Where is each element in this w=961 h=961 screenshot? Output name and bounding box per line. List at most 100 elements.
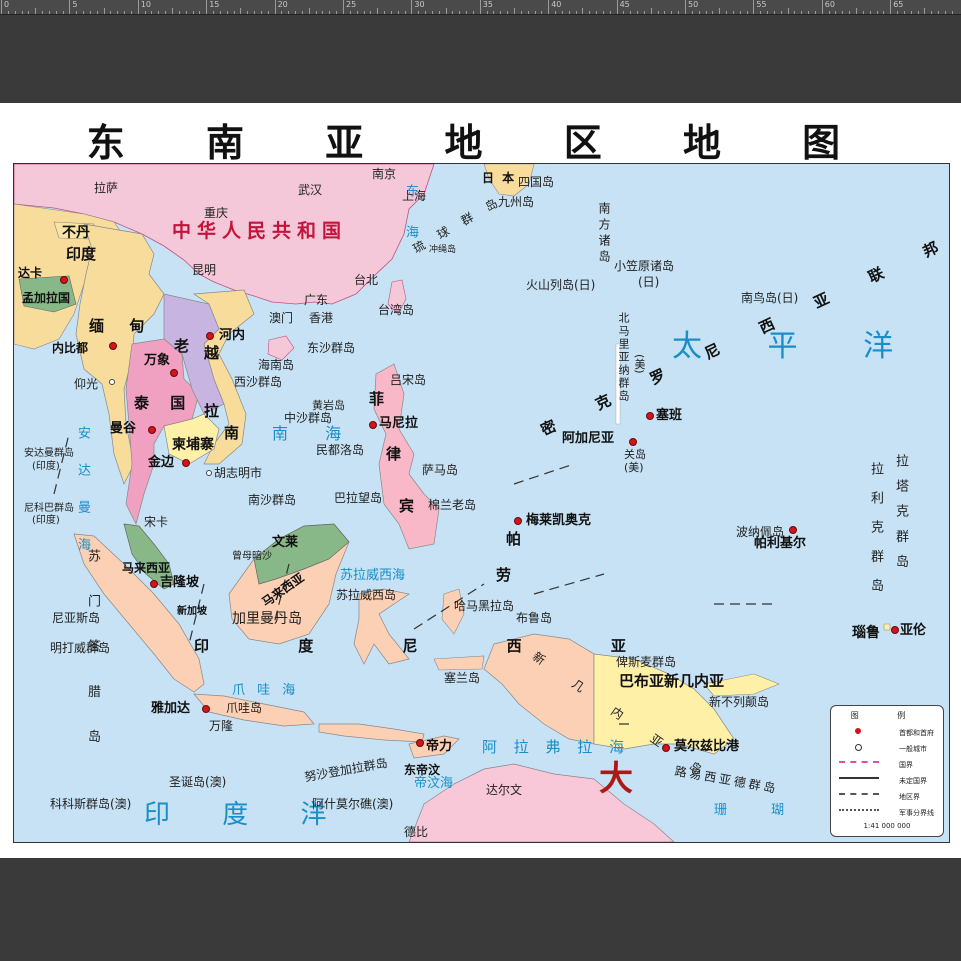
hainan-label: 海南岛 [258, 358, 295, 372]
palau-label-2: 劳 [496, 566, 512, 584]
map-frame: 中华人民共和国 不丹 印度 孟加拉国 缅 甸 老 越 南 拉 泰 国 柬埔寨 马… [13, 163, 950, 843]
nicobar-label: 尼科巴群岛 [24, 503, 74, 514]
ruler-tick [773, 11, 775, 14]
ruler-tick [514, 8, 515, 14]
ruler-label: 50 [688, 0, 699, 9]
ruler-tick [404, 11, 406, 14]
cocos-label: 科科斯群岛(澳) [50, 797, 132, 811]
north-mariana-label: 北马里亚纳群岛 [617, 312, 630, 403]
nicobar-in-label: (印度) [32, 515, 60, 526]
city-symbol-icon [855, 744, 862, 751]
ruler-label: 10 [140, 0, 151, 9]
legend-capital-text: 首都和首府 [899, 729, 934, 737]
ruler-tick [746, 11, 748, 14]
ruler-tick [295, 11, 297, 14]
bhutan-label: 不丹 [62, 225, 90, 241]
manila-label: 马尼拉 [379, 416, 419, 431]
legend-row-city: 一般城市 [839, 742, 937, 754]
macau-label: 澳门 [269, 311, 294, 325]
ruler-tick [924, 8, 926, 14]
naypyidaw-label: 内比都 [52, 341, 89, 355]
mindanao-label: 棉兰老岛 [428, 498, 477, 512]
guam-us-label: (美) [624, 461, 644, 474]
ruler-tick [247, 11, 249, 14]
ruler-tick [931, 11, 933, 14]
ruler-tick [479, 0, 481, 14]
vietnam-label-3: 拉 [204, 402, 220, 420]
ruler-tick [780, 11, 782, 14]
ruler-tick [48, 11, 50, 14]
png-label: 巴布亚新几内亚 [619, 672, 725, 690]
ruler-tick [951, 11, 953, 14]
brunei-bay-label: 曾母暗沙 [232, 551, 272, 562]
ruler-tick [808, 11, 810, 14]
ruler-tick [602, 11, 604, 14]
andaman-in-label: (印度) [32, 461, 60, 472]
dongsha-label: 东沙群岛 [307, 341, 356, 355]
ruler-tick [787, 8, 789, 14]
ruler-tick [206, 0, 208, 14]
ruler-tick [219, 11, 221, 14]
ruler-tick [472, 11, 474, 14]
ruler-tick [555, 11, 557, 14]
ruler-tick [274, 0, 276, 14]
legend-row-region-border: 地区界 [839, 790, 937, 802]
ruler-tick [630, 11, 632, 14]
hongkong-label: 香港 [309, 311, 334, 325]
ruler-tick [753, 0, 755, 14]
ruler-tick [671, 11, 673, 14]
bismarck-label: 俾斯麦群岛 [616, 655, 677, 669]
ruler-tick [869, 11, 871, 14]
hagatna-dot [629, 438, 637, 446]
kiribati-label: 拉 利 克 群 岛 [868, 462, 883, 598]
melekeok-dot [514, 517, 522, 525]
philippines-label-3: 宾 [399, 497, 415, 515]
jakarta-label: 雅加达 [151, 701, 191, 716]
bandung-label: 万隆 [209, 719, 234, 733]
ruler-tick [616, 0, 618, 14]
ruler-tick [910, 11, 912, 14]
kalimantan-label: 加里曼丹岛 [232, 611, 302, 627]
arafura-sea-label: 阿 拉 弗 拉 海 [482, 738, 631, 756]
ruler-tick [828, 11, 830, 14]
ruler-tick [62, 11, 64, 14]
ruler-tick [438, 11, 440, 14]
ruler-tick [944, 11, 946, 14]
ruler-tick [534, 11, 536, 14]
seram-label: 塞兰岛 [444, 671, 481, 685]
ruler-tick [240, 8, 242, 14]
zhongsha-label: 中沙群岛 [284, 411, 333, 425]
sulawesi-label: 苏拉威西岛 [336, 588, 397, 602]
ruler-tick [445, 8, 447, 14]
laos-label: 老 [174, 337, 190, 355]
kualalumpur-dot [150, 580, 158, 588]
minamitori-label: 南鸟岛(日) [741, 291, 799, 305]
ruler-tick [96, 11, 98, 14]
ratak-label: 拉 塔 克 群 岛 [893, 454, 908, 572]
ruler-tick [377, 8, 379, 14]
undefined-border-line-icon [839, 777, 879, 779]
legend-undefined-border-text: 未定国界 [899, 777, 927, 785]
ruler-tick [151, 11, 153, 14]
ruler-tick [767, 11, 769, 14]
vientiane-dot [170, 369, 178, 377]
workspace-background [0, 15, 961, 103]
border-dash-2 [513, 463, 774, 605]
phnompenh-label: 金边 [148, 455, 175, 470]
legend-city-text: 一般城市 [899, 745, 927, 753]
ruler-tick [55, 11, 57, 14]
ruler-tick [103, 8, 105, 14]
legend-national-border-text: 国界 [899, 761, 913, 769]
songka-label: 宋卡 [144, 515, 169, 529]
ruler-tick [596, 11, 598, 14]
ruler-tick [466, 11, 468, 14]
document-canvas: 东 南 亚 地 区 地 图 中华人民共和国 不丹 印度 孟加拉国 缅 甸 老 越… [0, 103, 961, 858]
legend-scale: 1:41 000 000 [863, 822, 911, 830]
ruler-tick [685, 0, 686, 14]
ruler-tick [411, 0, 413, 14]
ruler-label: 0 [4, 0, 10, 9]
ruler-tick [14, 11, 16, 14]
ruler-tick [418, 11, 420, 14]
lhasa-label: 拉萨 [94, 181, 119, 195]
yaren-label: 亚伦 [900, 623, 927, 638]
